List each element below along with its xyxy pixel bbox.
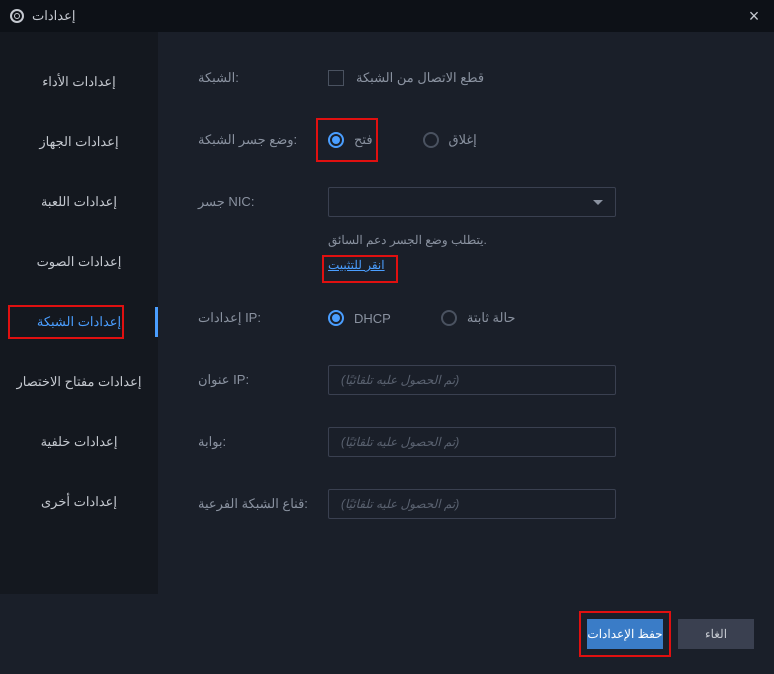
sidebar-item-network[interactable]: إعدادات الشبكة <box>0 292 158 352</box>
ip-settings-label: إعدادات IP: <box>198 310 328 326</box>
sidebar: إعدادات الأداء إعدادات الجهاز إعدادات ال… <box>0 32 158 594</box>
disconnect-label: قطع الاتصال من الشبكة <box>356 70 484 86</box>
ip-address-placeholder: (تم الحصول عليه تلقائيًا) <box>341 373 459 387</box>
network-label: الشبكة: <box>198 70 328 86</box>
gateway-input[interactable]: (تم الحصول عليه تلقائيًا) <box>328 427 616 457</box>
dhcp-label: DHCP <box>354 311 391 326</box>
sidebar-item-background[interactable]: إعدادات خلفية <box>0 412 158 472</box>
sidebar-item-label: إعدادات اللعبة <box>41 194 117 210</box>
gear-icon <box>10 9 24 23</box>
radio-dhcp[interactable] <box>328 310 344 326</box>
cancel-button-label: الغاء <box>705 627 727 641</box>
subnet-label: قناع الشبكة الفرعية: <box>198 496 328 512</box>
close-button[interactable]: × <box>744 6 764 27</box>
bridge-mode-row: وضع جسر الشبكة: فتح إغلاق <box>198 124 734 156</box>
subnet-row: قناع الشبكة الفرعية: (تم الحصول عليه تلق… <box>198 488 734 520</box>
chevron-down-icon <box>593 200 603 205</box>
bridge-open-option[interactable]: فتح <box>328 132 373 148</box>
ip-settings-row: إعدادات IP: DHCP حالة ثابتة <box>198 302 734 334</box>
sidebar-item-label: إعدادات الأداء <box>42 74 116 90</box>
bridge-open-label: فتح <box>354 132 373 148</box>
sidebar-item-other[interactable]: إعدادات أخرى <box>0 472 158 532</box>
radio-static[interactable] <box>441 310 457 326</box>
static-label: حالة ثابتة <box>467 310 516 326</box>
cancel-button[interactable]: الغاء <box>678 619 754 649</box>
bridge-close-label: إغلاق <box>449 132 477 148</box>
nic-row: جسر NIC: <box>198 186 734 218</box>
main-container: إعدادات الأداء إعدادات الجهاز إعدادات ال… <box>0 32 774 594</box>
sidebar-item-game[interactable]: إعدادات اللعبة <box>0 172 158 232</box>
disconnect-checkbox[interactable] <box>328 70 344 86</box>
sidebar-item-performance[interactable]: إعدادات الأداء <box>0 52 158 112</box>
sidebar-item-audio[interactable]: إعدادات الصوت <box>0 232 158 292</box>
bridge-mode-label: وضع جسر الشبكة: <box>198 132 328 148</box>
save-button-label: حفظ الإعدادات <box>587 627 662 641</box>
subnet-placeholder: (تم الحصول عليه تلقائيًا) <box>341 497 459 511</box>
footer: حفظ الإعدادات الغاء <box>0 594 774 674</box>
sidebar-item-label: إعدادات الشبكة <box>37 314 121 330</box>
save-button[interactable]: حفظ الإعدادات <box>587 619 663 649</box>
sidebar-item-label: إعدادات مفتاح الاختصار <box>17 374 142 390</box>
network-row: الشبكة: قطع الاتصال من الشبكة <box>198 62 734 94</box>
driver-info-block: يتطلب وضع الجسر دعم السائق. انقر للتثبيت <box>198 233 734 272</box>
sidebar-item-label: إعدادات الصوت <box>37 254 122 270</box>
sidebar-item-device[interactable]: إعدادات الجهاز <box>0 112 158 172</box>
ip-address-row: عنوان IP: (تم الحصول عليه تلقائيًا) <box>198 364 734 396</box>
sidebar-item-label: إعدادات خلفية <box>41 434 118 450</box>
header: إعدادات × <box>0 0 774 32</box>
install-link[interactable]: انقر للتثبيت <box>328 258 385 272</box>
dhcp-option[interactable]: DHCP <box>328 310 391 326</box>
ip-address-label: عنوان IP: <box>198 372 328 388</box>
gateway-placeholder: (تم الحصول عليه تلقائيًا) <box>341 435 459 449</box>
header-title-area: إعدادات <box>10 8 75 24</box>
nic-select[interactable] <box>328 187 616 217</box>
header-title: إعدادات <box>32 8 75 24</box>
sidebar-item-label: إعدادات الجهاز <box>39 134 118 150</box>
nic-label: جسر NIC: <box>198 194 328 210</box>
driver-info-text: يتطلب وضع الجسر دعم السائق. <box>328 233 734 247</box>
ip-address-input[interactable]: (تم الحصول عليه تلقائيًا) <box>328 365 616 395</box>
bridge-close-option[interactable]: إغلاق <box>423 132 477 148</box>
gateway-label: بوابة: <box>198 434 328 450</box>
sidebar-item-label: إعدادات أخرى <box>41 494 117 510</box>
sidebar-item-shortcut[interactable]: إعدادات مفتاح الاختصار <box>0 352 158 412</box>
subnet-input[interactable]: (تم الحصول عليه تلقائيًا) <box>328 489 616 519</box>
content-area: الشبكة: قطع الاتصال من الشبكة وضع جسر ال… <box>158 32 774 594</box>
static-option[interactable]: حالة ثابتة <box>441 310 516 326</box>
radio-open[interactable] <box>328 132 344 148</box>
radio-close[interactable] <box>423 132 439 148</box>
gateway-row: بوابة: (تم الحصول عليه تلقائيًا) <box>198 426 734 458</box>
